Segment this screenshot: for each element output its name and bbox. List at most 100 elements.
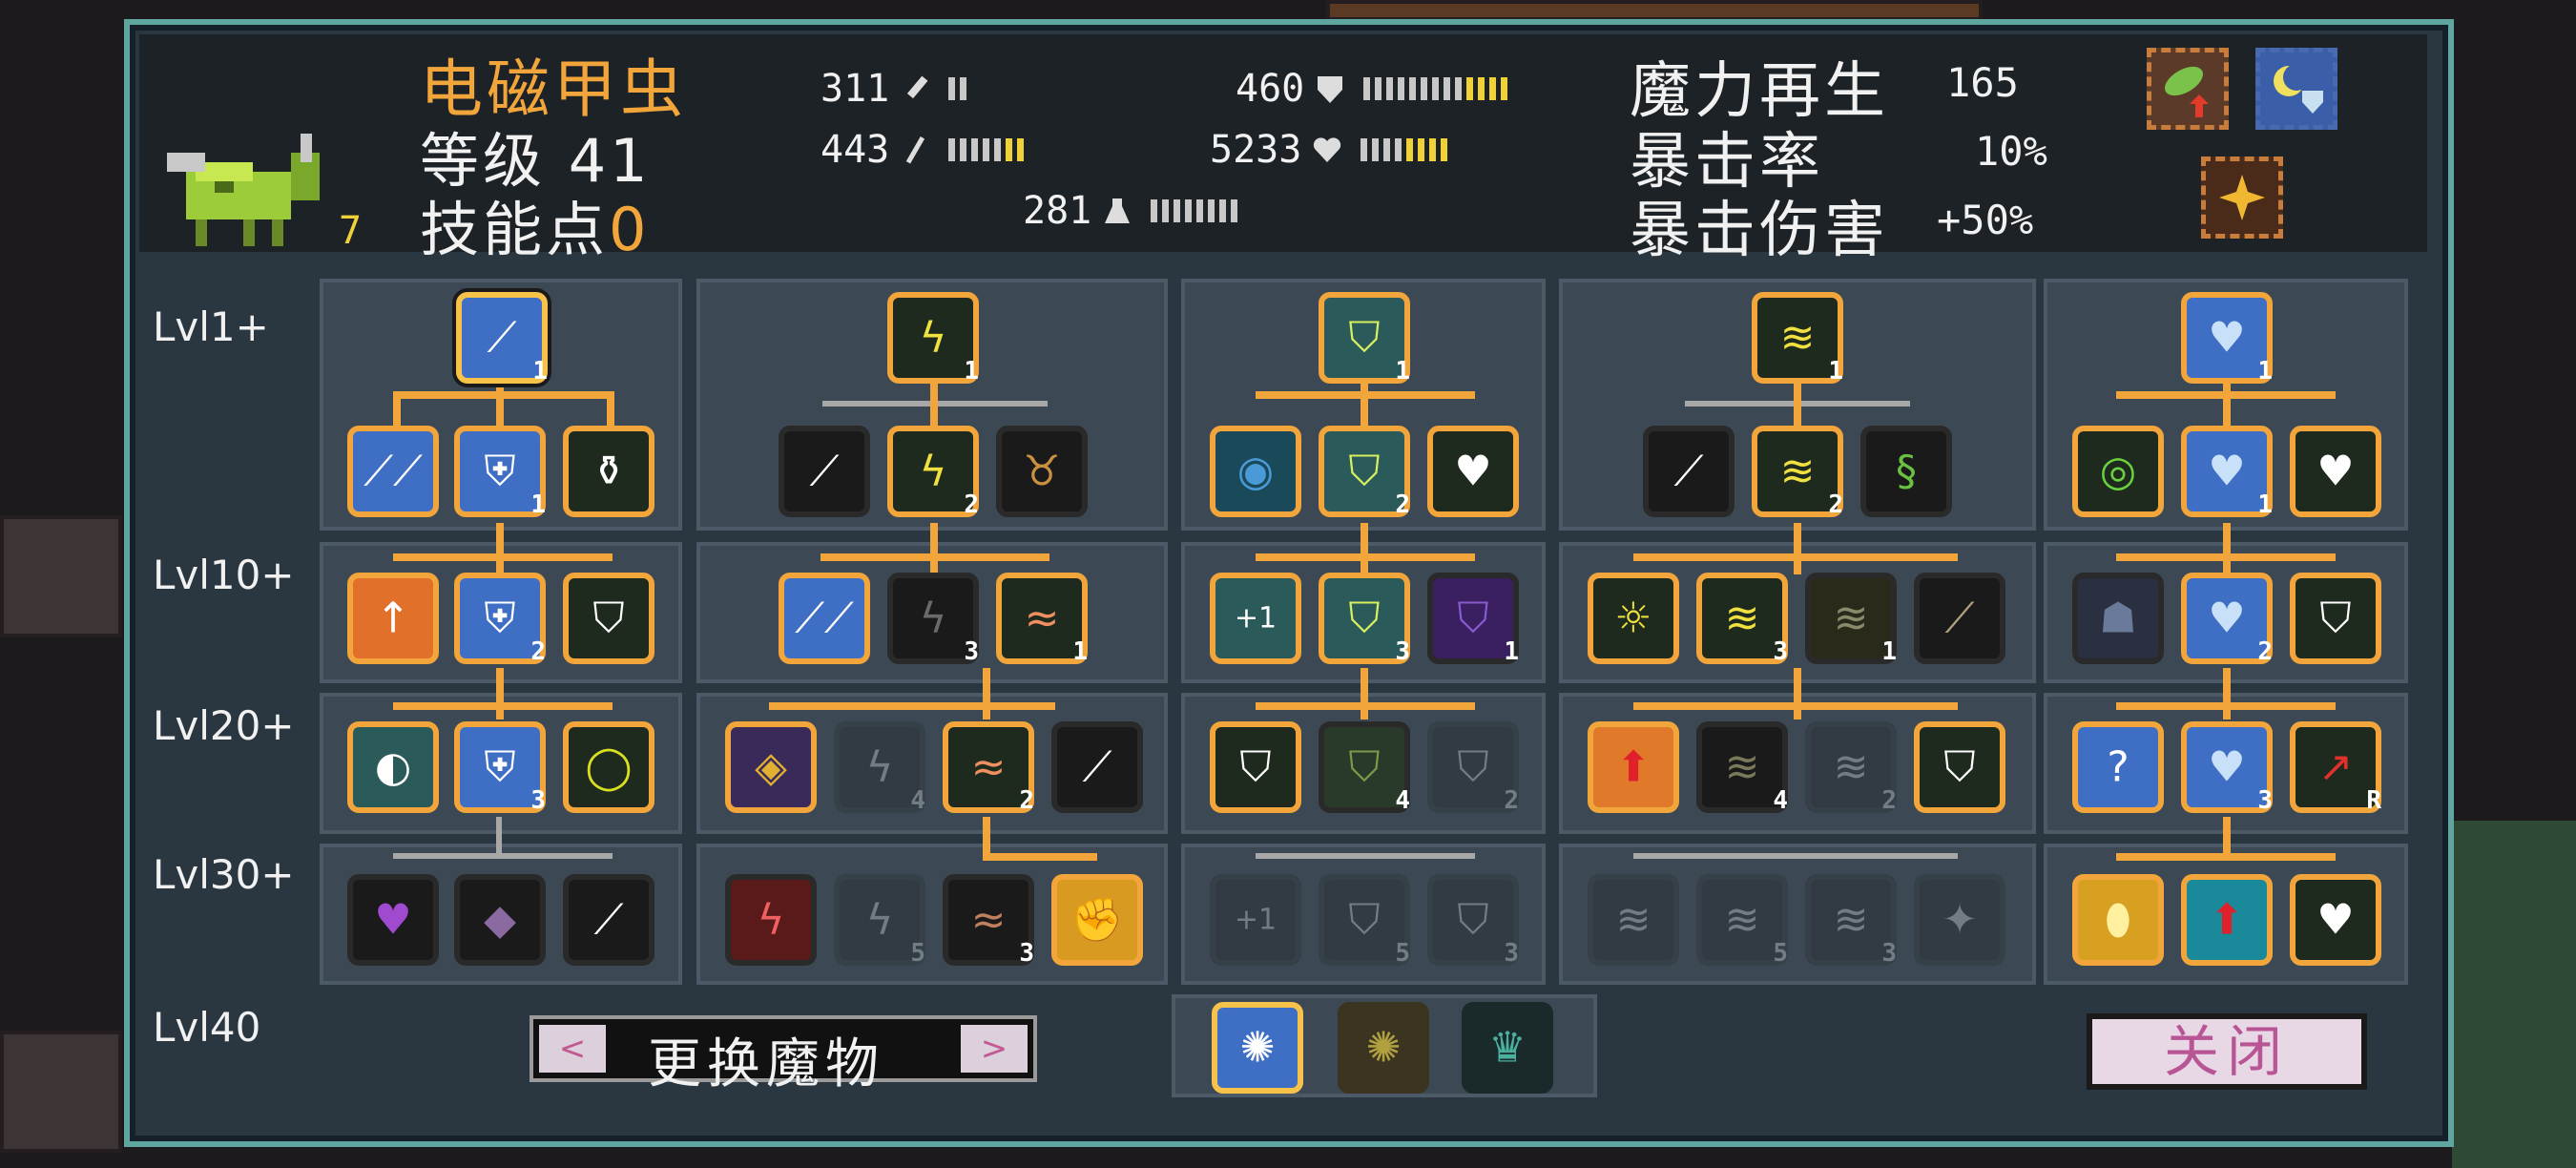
plus-one-icon: +1: [1234, 601, 1278, 636]
skill-sword-shield-2[interactable]: ⛨ 2: [454, 573, 546, 666]
skill-sword-orbit[interactable]: ◐: [347, 721, 439, 813]
skill-wind-shield[interactable]: ⟋⟋: [779, 573, 870, 664]
skill-chain-lightning[interactable]: ≈1: [996, 573, 1088, 666]
skill-lightning-2[interactable]: ϟ2: [887, 426, 979, 519]
skill-lightning-root[interactable]: ϟ1: [887, 292, 979, 386]
crit-dmg-label: 暴击伤害: [1630, 196, 1889, 266]
skill-rune[interactable]: ◈: [725, 721, 817, 813]
skill-orb[interactable]: ◉: [1210, 426, 1301, 517]
skill-purple-shield-locked[interactable]: ⛉ 2: [1427, 721, 1519, 815]
skill-dagger[interactable]: ⟋: [1914, 573, 2005, 664]
skill-locked-c[interactable]: ≋ 3: [1805, 874, 1897, 968]
connector: [607, 391, 614, 429]
skill-heart-4[interactable]: ♥ 3: [2181, 721, 2273, 815]
skill-sword-multi[interactable]: ⟋⟋: [347, 426, 439, 517]
skill-red-arrow[interactable]: ↗ R: [2290, 721, 2381, 815]
skill-purple-shield[interactable]: ⛉ 1: [1427, 573, 1519, 666]
skill-shield-3[interactable]: ⛉ 3: [1319, 573, 1410, 666]
skill-plus-one-locked[interactable]: +1: [1210, 874, 1301, 966]
skill-sword-root[interactable]: ⟋ 1: [456, 292, 548, 386]
row-label-lvl20: Lvl20+: [153, 702, 295, 749]
skill-green-ring[interactable]: ◎: [2072, 426, 2164, 517]
skill-lightning-locked[interactable]: ϟ3: [887, 573, 979, 666]
skill-locked-a[interactable]: ≋: [1588, 874, 1679, 966]
prev-monster-button[interactable]: <: [539, 1025, 606, 1073]
skill-sword-up[interactable]: ↑: [347, 573, 439, 664]
skill-defense-stat-3[interactable]: ⛉: [1914, 721, 2005, 813]
sun-icon: ☼: [1614, 594, 1652, 643]
skill-gem[interactable]: ◆: [454, 874, 546, 966]
storm-icon: ≋: [1615, 895, 1652, 945]
skill-ghost[interactable]: ☗: [2072, 573, 2164, 664]
staff-shield-icon: ⛉: [1457, 742, 1489, 792]
skill-shield-locked-2[interactable]: ⛉ 5: [1319, 874, 1410, 968]
skill-wind-2[interactable]: ≋ 2: [1752, 426, 1843, 519]
skill-health-stat-2[interactable]: ♥: [2290, 426, 2381, 517]
skill-golden-fist[interactable]: ✊: [1051, 874, 1143, 966]
skill-chain-lightning-locked[interactable]: ≈3: [943, 874, 1034, 968]
skill-mana-stat[interactable]: ⚱: [563, 426, 654, 517]
skill-vortex[interactable]: §: [1860, 426, 1952, 517]
skill-attack-stat-2[interactable]: ⟋: [779, 426, 870, 517]
skill-defense-stat-2[interactable]: ⛉: [1210, 721, 1301, 813]
skill-storm-locked-2[interactable]: ≋ 2: [1805, 721, 1897, 815]
buff-sparkle-icon[interactable]: [2201, 156, 2283, 239]
skill-rank: 1: [1504, 637, 1519, 666]
skill-shield-2[interactable]: ⛉ 2: [1319, 426, 1410, 519]
skill-gold-capsule[interactable]: ⬮: [2072, 874, 2164, 966]
skill-attack-stat-4[interactable]: ⟋: [1643, 426, 1735, 517]
buff-night-shield-icon[interactable]: [2255, 48, 2337, 130]
connector: [2223, 523, 2231, 574]
skill-health-stat-3[interactable]: ♥: [2290, 874, 2381, 966]
skill-rank: 3: [530, 786, 546, 815]
skill-bag[interactable]: ♉: [996, 426, 1088, 517]
skill-wind-3[interactable]: ≋ 3: [1696, 573, 1788, 666]
skill-red-lightning[interactable]: ϟ: [725, 874, 817, 966]
skill-wind-locked[interactable]: ≋ 4: [1696, 721, 1788, 815]
connector: [983, 668, 990, 720]
skill-power-up[interactable]: ⬆: [1588, 721, 1679, 813]
skill-locked-b[interactable]: ≋ 5: [1696, 874, 1788, 968]
skill-health-stat[interactable]: ♥: [1427, 426, 1519, 517]
skill-heart-root[interactable]: ♥ 1: [2181, 292, 2273, 386]
skill-teal-up[interactable]: ⬆: [2181, 874, 2273, 966]
skill-ring[interactable]: ◯: [563, 721, 654, 813]
vortex-icon: ✺: [1365, 1023, 1402, 1073]
skill-locked-d[interactable]: ✦: [1914, 874, 2005, 966]
skill-defense-stat-4[interactable]: ⛉: [2290, 573, 2381, 664]
skill-chain-lightning-2[interactable]: ≈2: [943, 721, 1034, 815]
skill-attack-stat-3[interactable]: ⟋: [1051, 721, 1143, 813]
ultimate-skill-2[interactable]: ✺: [1338, 1002, 1429, 1094]
connector-locked: [1633, 853, 1958, 859]
stat-magic: 443: [821, 128, 1025, 172]
potion-icon: ⚱: [591, 447, 627, 496]
skill-defense-stat[interactable]: ⛉: [563, 573, 654, 664]
next-monster-button[interactable]: >: [961, 1025, 1028, 1073]
skill-sun[interactable]: ☼: [1588, 573, 1679, 664]
skill-heart-2[interactable]: ♥ 1: [2181, 426, 2273, 519]
skill-attack-stat[interactable]: ⟋: [563, 874, 654, 966]
skill-sword-shield-3[interactable]: ⛨ 3: [454, 721, 546, 815]
skill-heart-3[interactable]: ♥ 2: [2181, 573, 2273, 666]
skill-unknown[interactable]: ?: [2072, 721, 2164, 813]
skill-shield-root[interactable]: ⛉ 1: [1319, 292, 1410, 386]
skill-purple-shield-locked-2[interactable]: ⛉ 3: [1427, 874, 1519, 968]
buff-leaf-attack-icon[interactable]: [2147, 48, 2229, 130]
skill-plus-one[interactable]: +1: [1210, 573, 1301, 664]
skill-lightning-locked-2[interactable]: ϟ4: [834, 721, 925, 815]
shield-icon: ⛉: [1348, 447, 1381, 496]
skill-heart-purple[interactable]: ♥: [347, 874, 439, 966]
crit-rate-value: 10%: [1975, 128, 2047, 175]
skill-shield-locked[interactable]: ⛉ 4: [1319, 721, 1410, 815]
skill-storm-locked[interactable]: ≋ 1: [1805, 573, 1897, 666]
skill-wind-root[interactable]: ≋ 1: [1752, 292, 1843, 386]
question-icon: ?: [2107, 742, 2129, 792]
connector: [2116, 553, 2336, 561]
close-button[interactable]: 关闭: [2087, 1013, 2367, 1090]
wind-icon: ≋: [1724, 742, 1760, 792]
ultimate-skill-3[interactable]: ♛: [1462, 1002, 1553, 1094]
skill-lightning-locked-3[interactable]: ϟ5: [834, 874, 925, 968]
ultimate-skill-1[interactable]: ✺: [1212, 1002, 1303, 1094]
skill-sword-shield[interactable]: ⛨ 1: [454, 426, 546, 519]
sparkle-icon: ✦: [1942, 895, 1978, 945]
